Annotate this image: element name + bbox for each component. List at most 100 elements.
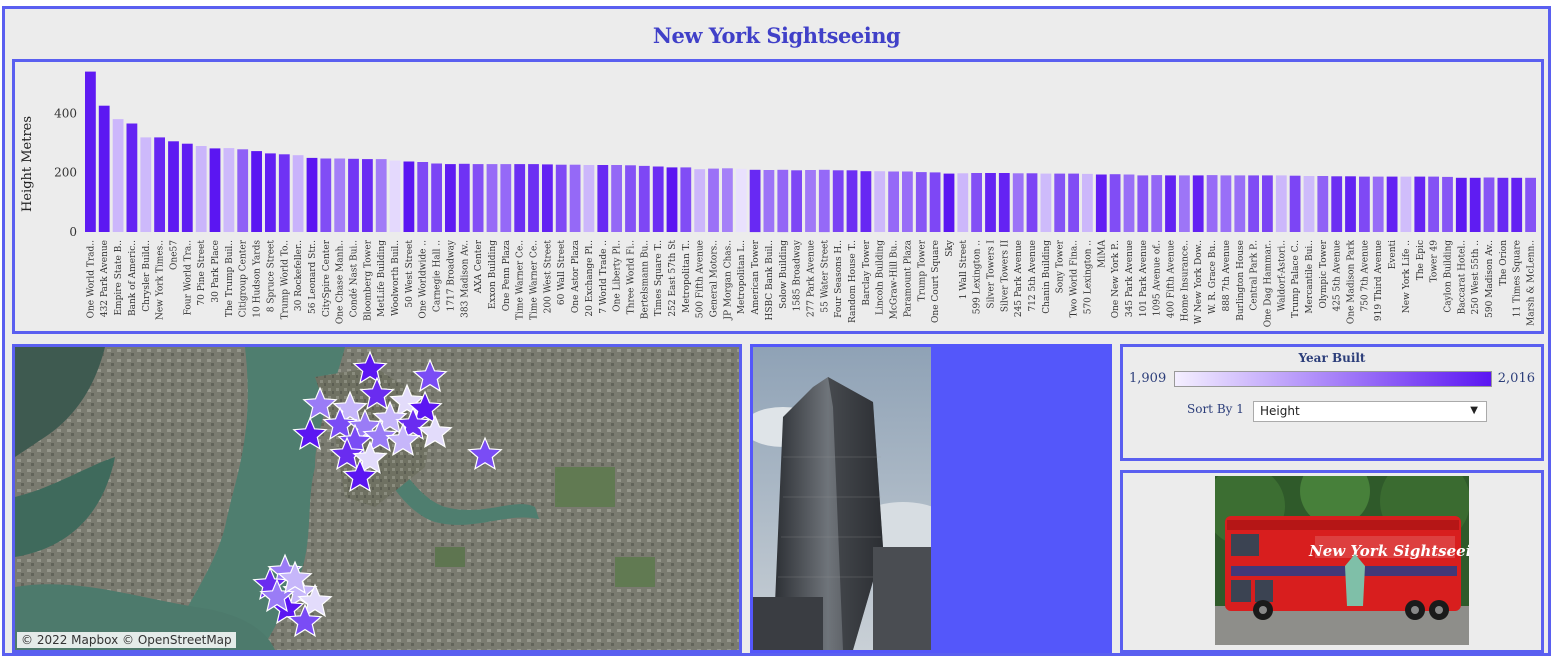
bar[interactable]: [1220, 175, 1232, 232]
sort-dropdown[interactable]: Height ▼: [1253, 401, 1487, 422]
bar[interactable]: [1082, 173, 1093, 232]
bar[interactable]: [1442, 176, 1453, 232]
bar[interactable]: [1179, 175, 1190, 232]
bar[interactable]: [1012, 173, 1024, 232]
chevron-down-icon[interactable]: ▼: [1470, 405, 1478, 416]
bar[interactable]: [874, 171, 886, 232]
bar[interactable]: [1331, 176, 1343, 232]
bar[interactable]: [334, 158, 346, 233]
bar-chart[interactable]: 0 200 400 One World Trad.. 432 Park Avenue Em…: [15, 62, 1541, 331]
bar[interactable]: [98, 105, 110, 232]
bar[interactable]: [722, 168, 733, 232]
bar[interactable]: [1497, 177, 1509, 232]
bar[interactable]: [195, 146, 207, 232]
bar[interactable]: [888, 171, 899, 233]
bar[interactable]: [860, 171, 872, 232]
bar[interactable]: [1262, 175, 1273, 232]
bar[interactable]: [251, 151, 262, 232]
bar[interactable]: [431, 163, 442, 233]
bar[interactable]: [1165, 175, 1176, 232]
bar[interactable]: [555, 164, 567, 232]
bar[interactable]: [181, 143, 193, 232]
bar[interactable]: [112, 119, 124, 232]
bar[interactable]: [542, 164, 553, 232]
bar[interactable]: [1234, 175, 1246, 232]
bar[interactable]: [680, 167, 692, 232]
bar[interactable]: [403, 161, 415, 233]
bar[interactable]: [1483, 177, 1495, 233]
bar[interactable]: [583, 165, 595, 232]
bar[interactable]: [902, 171, 913, 233]
bar[interactable]: [666, 167, 678, 232]
bar[interactable]: [611, 165, 622, 232]
bar[interactable]: [362, 159, 373, 232]
bar[interactable]: [971, 173, 982, 232]
bar[interactable]: [348, 158, 359, 232]
bar[interactable]: [1317, 176, 1329, 232]
bar[interactable]: [1345, 176, 1356, 232]
bar[interactable]: [486, 164, 498, 232]
bar[interactable]: [445, 164, 456, 232]
bar[interactable]: [223, 148, 235, 232]
bar[interactable]: [1123, 174, 1135, 233]
bar[interactable]: [1054, 173, 1066, 232]
bar[interactable]: [472, 164, 484, 232]
bar[interactable]: [943, 173, 955, 232]
bar[interactable]: [652, 166, 664, 233]
bar[interactable]: [638, 165, 650, 232]
bar[interactable]: [846, 170, 858, 232]
bar[interactable]: [1303, 176, 1315, 232]
bar[interactable]: [265, 153, 276, 232]
bar[interactable]: [528, 164, 539, 232]
bar[interactable]: [805, 170, 816, 232]
bar[interactable]: [1386, 176, 1398, 232]
bar[interactable]: [957, 173, 969, 232]
bar[interactable]: [915, 172, 927, 232]
bar[interactable]: [1469, 177, 1481, 232]
bar[interactable]: [1068, 173, 1079, 232]
bar[interactable]: [1372, 176, 1384, 232]
bar[interactable]: [998, 173, 1010, 232]
bar[interactable]: [306, 157, 318, 232]
map-panel[interactable]: © 2022 Mapbox © OpenStreetMap: [12, 344, 742, 653]
bar[interactable]: [375, 159, 387, 232]
bar[interactable]: [237, 149, 249, 232]
bar[interactable]: [791, 170, 802, 232]
bar[interactable]: [597, 165, 609, 232]
bar[interactable]: [1206, 175, 1218, 232]
bar[interactable]: [140, 137, 152, 232]
bar[interactable]: [417, 162, 429, 232]
bar[interactable]: [832, 170, 844, 232]
bar[interactable]: [1151, 175, 1163, 232]
bar[interactable]: [500, 164, 512, 232]
bar[interactable]: [168, 141, 179, 232]
bar[interactable]: [985, 173, 996, 232]
bar[interactable]: [818, 169, 830, 233]
bar[interactable]: [1109, 174, 1121, 232]
bar[interactable]: [1359, 176, 1370, 232]
bar[interactable]: [694, 169, 706, 232]
bar[interactable]: [389, 160, 401, 232]
bar[interactable]: [320, 158, 332, 233]
bar[interactable]: [126, 123, 138, 233]
bar[interactable]: [763, 170, 775, 232]
bar[interactable]: [1511, 177, 1523, 232]
bar[interactable]: [1095, 174, 1107, 233]
map-attribution[interactable]: © 2022 Mapbox © OpenStreetMap: [17, 632, 236, 648]
bar[interactable]: [1428, 176, 1439, 232]
bar[interactable]: [569, 164, 581, 232]
bar[interactable]: [1525, 177, 1536, 232]
bar[interactable]: [1275, 175, 1287, 232]
bar[interactable]: [929, 172, 941, 232]
satellite-map[interactable]: [15, 347, 739, 650]
bar[interactable]: [1289, 175, 1301, 232]
bar[interactable]: [1026, 173, 1038, 232]
bar[interactable]: [1455, 177, 1467, 232]
bar[interactable]: [708, 168, 719, 232]
bar[interactable]: [209, 148, 221, 232]
bar[interactable]: [1400, 176, 1412, 232]
bar[interactable]: [514, 164, 526, 232]
bar[interactable]: [1414, 176, 1426, 232]
bar[interactable]: [154, 137, 165, 232]
bar[interactable]: [777, 169, 789, 233]
